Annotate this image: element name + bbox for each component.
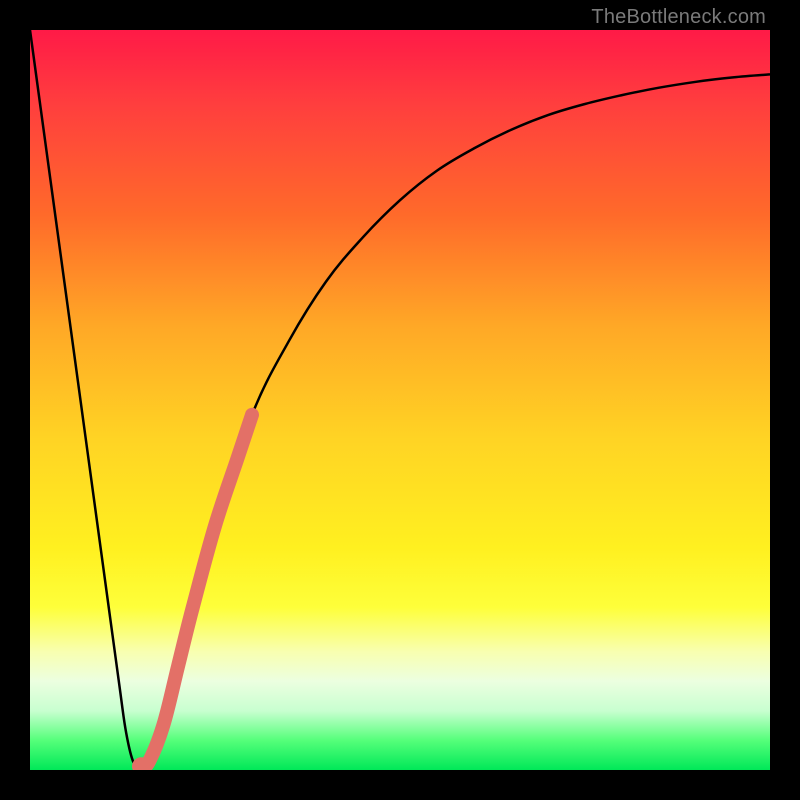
bottleneck-curve xyxy=(30,30,770,767)
chart-frame: TheBottleneck.com xyxy=(0,0,800,800)
highlight-segment xyxy=(141,415,252,767)
plot-area xyxy=(30,30,770,770)
attribution-label: TheBottleneck.com xyxy=(591,6,766,29)
curve-layer xyxy=(30,30,770,770)
highlight-endpoint-icon xyxy=(132,757,150,770)
